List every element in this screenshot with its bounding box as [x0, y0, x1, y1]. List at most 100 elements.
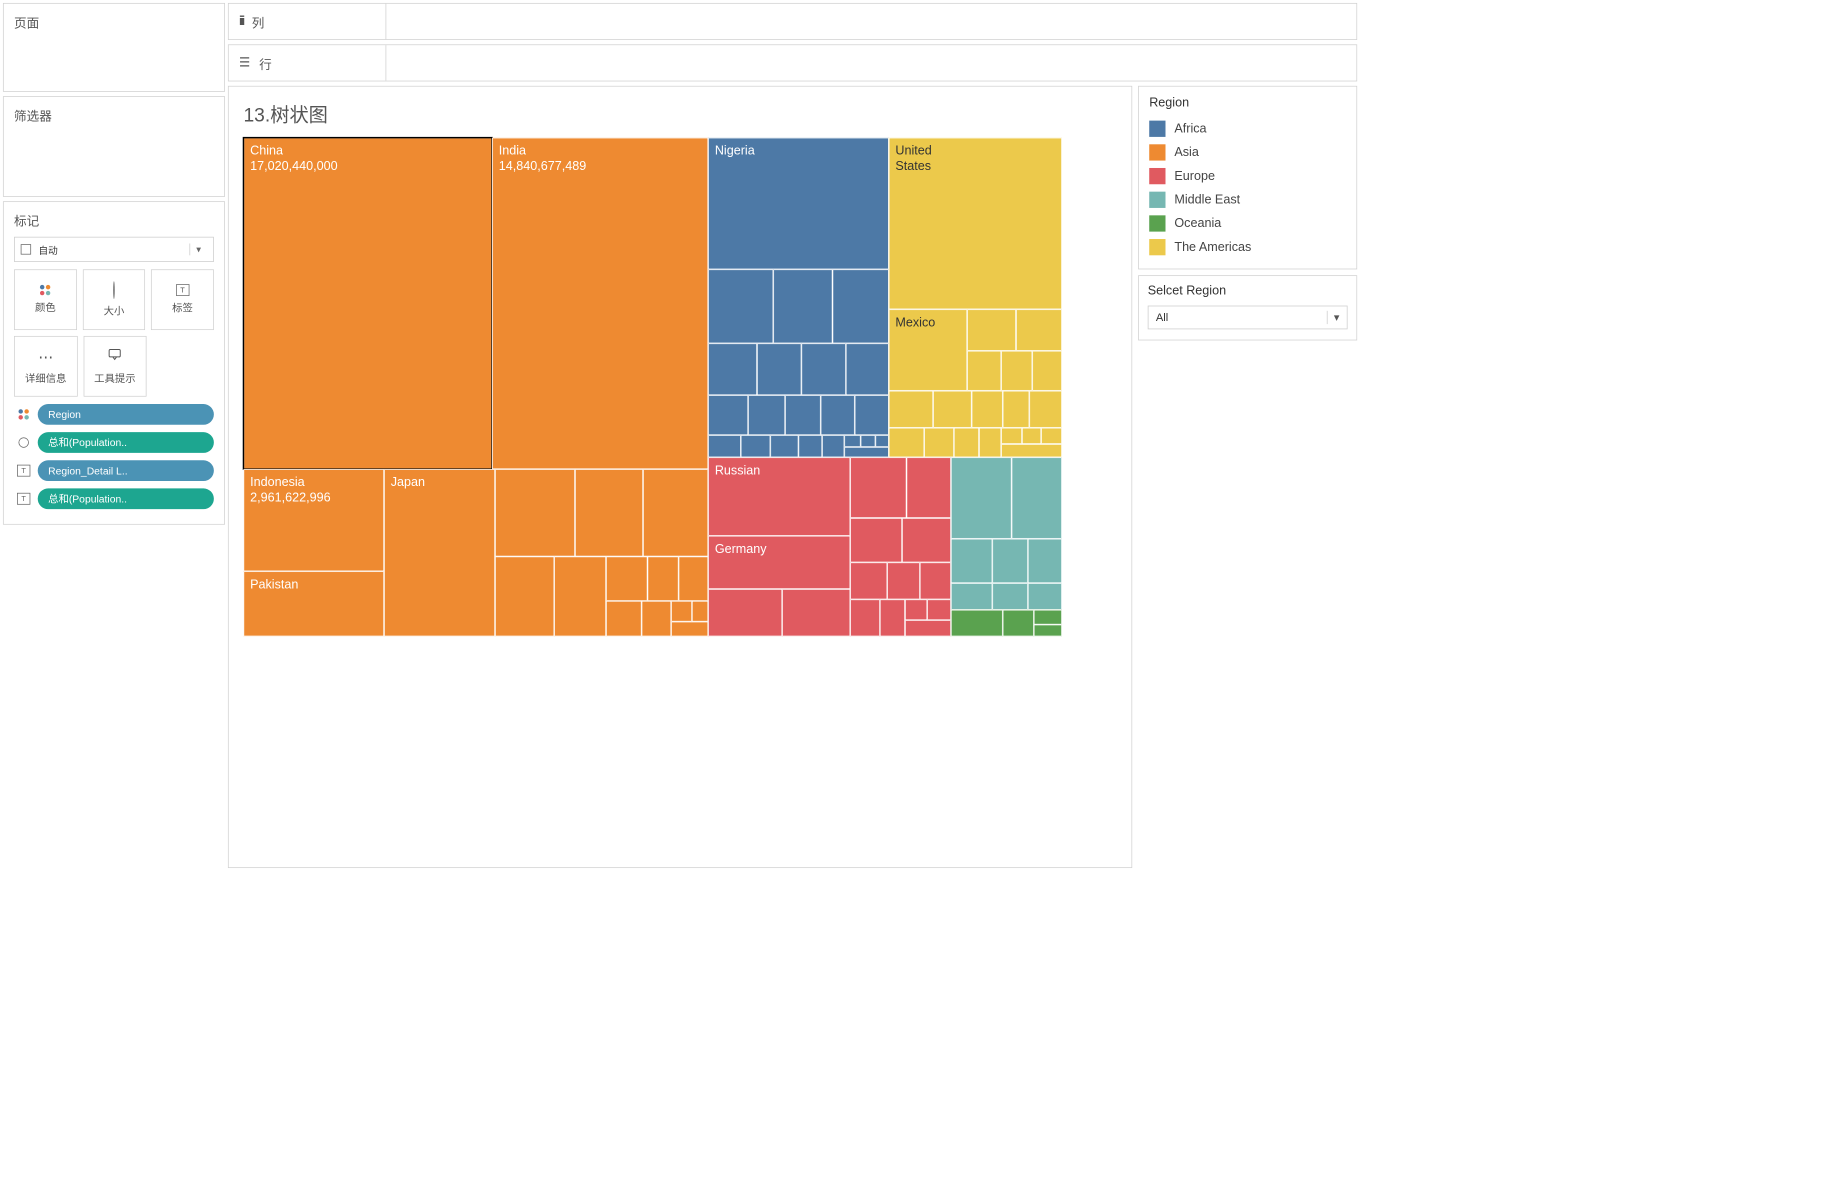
cell-africa-small[interactable]	[821, 395, 855, 435]
cell-asia-small[interactable]	[495, 556, 554, 636]
cell-africa-small[interactable]	[708, 435, 741, 457]
cell-africa-small[interactable]	[770, 435, 798, 457]
pill-row[interactable]: Region	[14, 404, 214, 425]
legend-item[interactable]: Middle East	[1149, 189, 1346, 213]
cell-europe-small[interactable]	[850, 562, 887, 599]
legend-item[interactable]: Europe	[1149, 165, 1346, 189]
cell-asia-small[interactable]	[692, 601, 708, 622]
cell-united-states[interactable]: United States	[889, 138, 1062, 310]
cell-africa-small[interactable]	[757, 343, 801, 395]
cell-middle-small[interactable]	[951, 539, 992, 583]
legend-item[interactable]: Africa	[1149, 118, 1346, 142]
pill-row[interactable]: TRegion_Detail L..	[14, 460, 214, 481]
cell-europe-small[interactable]	[850, 518, 902, 562]
cell-americas-small[interactable]	[889, 391, 933, 428]
cell-asia-small[interactable]	[606, 601, 642, 637]
cell-middle-small[interactable]	[992, 539, 1028, 583]
cell-americas-small[interactable]	[924, 428, 954, 458]
legend-item[interactable]: Asia	[1149, 141, 1346, 165]
cell-africa-small[interactable]	[708, 395, 748, 435]
cell-nigeria[interactable]: Nigeria	[708, 138, 889, 270]
cell-africa-small[interactable]	[708, 343, 757, 395]
cell-oceania-small[interactable]	[1003, 610, 1034, 637]
cell-oceania-small[interactable]	[1034, 610, 1062, 625]
region-filter-select[interactable]: All ▾	[1148, 306, 1348, 330]
field-pill[interactable]: Region	[38, 404, 214, 425]
cell-americas-small[interactable]	[1029, 391, 1062, 428]
pages-shelf[interactable]: 页面	[3, 3, 225, 92]
field-pill[interactable]: 总和(Population..	[38, 432, 214, 453]
cell-europe-small[interactable]	[850, 599, 880, 636]
cell-indonesia[interactable]: Indonesia 2,961,622,996	[243, 469, 384, 571]
rows-shelf[interactable]: ☰ 行	[228, 44, 1357, 81]
cell-americas-small[interactable]	[933, 391, 971, 428]
cell-europe-small[interactable]	[887, 562, 920, 599]
cell-asia-small[interactable]	[671, 622, 708, 637]
treemap-chart[interactable]: China 17,020,440,000 India 14,840,677,48…	[243, 138, 1061, 637]
cell-asia-small[interactable]	[679, 556, 709, 600]
cell-africa-small[interactable]	[801, 343, 845, 395]
cell-europe-small[interactable]	[927, 599, 951, 620]
tooltip-tile[interactable]: 工具提示	[83, 336, 146, 397]
cell-middle-small[interactable]	[992, 583, 1028, 610]
cell-japan[interactable]: Japan	[384, 469, 495, 636]
cell-americas-small[interactable]	[1041, 428, 1062, 444]
cell-africa-small[interactable]	[798, 435, 822, 457]
columns-shelf[interactable]: iii 列	[228, 3, 1357, 40]
cell-americas-small[interactable]	[1001, 351, 1032, 391]
cell-americas-small[interactable]	[954, 428, 979, 458]
cell-africa-small[interactable]	[846, 343, 889, 395]
field-pill[interactable]: Region_Detail L..	[38, 460, 214, 481]
cell-europe-small[interactable]	[880, 599, 905, 636]
cell-oceania-small[interactable]	[951, 610, 1003, 637]
filters-shelf[interactable]: 筛选器	[3, 96, 225, 197]
cell-russian[interactable]: Russian	[708, 457, 850, 535]
cell-middle-small[interactable]	[951, 457, 1012, 538]
cell-europe-small[interactable]	[782, 589, 850, 636]
cell-europe-small[interactable]	[905, 599, 927, 620]
marks-type-select[interactable]: 自动 ▾	[14, 237, 214, 262]
cell-asia-small[interactable]	[554, 556, 606, 636]
cell-asia-small[interactable]	[575, 469, 643, 556]
cell-americas-small[interactable]	[1032, 351, 1062, 391]
cell-africa-small[interactable]	[785, 395, 821, 435]
cell-americas-small[interactable]	[967, 309, 1016, 350]
cell-middle-small[interactable]	[1012, 457, 1062, 538]
cell-africa-small[interactable]	[708, 269, 773, 343]
pill-row[interactable]: 总和(Population..	[14, 432, 214, 453]
legend-item[interactable]: The Americas	[1149, 236, 1346, 260]
cell-china[interactable]: China 17,020,440,000	[243, 138, 492, 470]
cell-europe-small[interactable]	[902, 518, 951, 562]
cell-mexico[interactable]: Mexico	[889, 309, 967, 390]
cell-asia-small[interactable]	[643, 469, 708, 556]
cell-africa-small[interactable]	[875, 435, 888, 447]
cell-africa-small[interactable]	[773, 269, 832, 343]
cell-americas-small[interactable]	[1001, 444, 1062, 457]
cell-europe-small[interactable]	[920, 562, 951, 599]
rows-dropzone[interactable]	[386, 45, 1357, 81]
cell-middle-small[interactable]	[951, 583, 992, 610]
cell-africa-small[interactable]	[844, 435, 860, 447]
size-tile[interactable]: 大小	[83, 269, 146, 330]
cell-africa-small[interactable]	[822, 435, 844, 457]
cell-asia-small[interactable]	[642, 601, 672, 637]
cell-americas-small[interactable]	[967, 351, 1001, 391]
cell-africa-small[interactable]	[855, 395, 889, 435]
cell-asia-small[interactable]	[495, 469, 575, 556]
cell-europe-small[interactable]	[905, 620, 951, 636]
cell-asia-small[interactable]	[671, 601, 692, 622]
pill-row[interactable]: T总和(Population..	[14, 488, 214, 509]
cell-americas-small[interactable]	[1022, 428, 1041, 444]
cell-africa-small[interactable]	[861, 435, 876, 447]
cell-americas-small[interactable]	[1001, 428, 1022, 444]
label-tile[interactable]: T 标签	[151, 269, 214, 330]
cell-europe-small[interactable]	[708, 589, 782, 636]
cell-india[interactable]: India 14,840,677,489	[492, 138, 708, 470]
cell-middle-small[interactable]	[1028, 583, 1062, 610]
cell-oceania-small[interactable]	[1034, 625, 1062, 637]
cell-europe-small[interactable]	[907, 457, 951, 518]
cell-germany[interactable]: Germany	[708, 536, 850, 589]
cell-americas-small[interactable]	[972, 391, 1003, 428]
cell-middle-small[interactable]	[1028, 539, 1062, 583]
cell-africa-small[interactable]	[833, 269, 889, 343]
